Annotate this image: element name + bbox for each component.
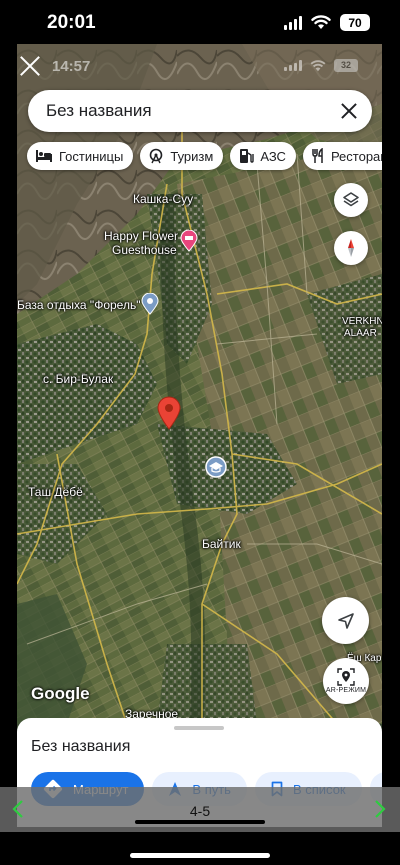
place-title: Без названия — [31, 738, 131, 755]
hotel-pin-icon[interactable] — [180, 230, 198, 252]
dropped-pin-icon[interactable] — [157, 396, 181, 430]
map-label-guesthouse-line2[interactable]: Guesthouse — [112, 243, 177, 257]
chip-label: Рестораны — [330, 148, 382, 164]
map-label-bir-bulak[interactable]: с. Бир-Булак — [43, 372, 113, 386]
close-icon[interactable] — [19, 54, 41, 76]
chip-label: Гостиницы — [59, 148, 124, 164]
home-indicator[interactable] — [130, 853, 270, 858]
inner-status-icons: 32 — [284, 59, 358, 72]
map-label-verkhniy-line2[interactable]: ALAAR — [344, 328, 377, 339]
inner-wifi-icon — [310, 59, 326, 71]
chip-label: Туризм — [170, 148, 214, 164]
clear-search-icon[interactable] — [340, 102, 358, 120]
chip-gas-stations[interactable]: АЗС — [230, 142, 296, 170]
cellular-signal-icon — [284, 15, 302, 30]
map-label-verkhniy-line1[interactable]: VERKHN — [342, 316, 382, 327]
my-location-button[interactable] — [322, 597, 369, 644]
map-label-tash-debe[interactable]: Таш Дёбё — [28, 485, 83, 499]
map-label-forel[interactable]: База отдыха "Форель" — [17, 298, 140, 312]
ar-mode-label: AR-РЕЖИМ — [325, 687, 367, 694]
layers-icon — [343, 192, 359, 207]
status-icons: 70 — [284, 14, 370, 31]
ar-pin-icon — [337, 668, 355, 686]
category-chips: Гостиницы Туризм АЗС Рестораны — [27, 142, 382, 170]
scrubber-bar[interactable] — [135, 820, 265, 824]
navigation-arrow-icon — [337, 612, 354, 629]
place-pin-icon[interactable] — [141, 293, 159, 315]
wifi-icon — [311, 15, 331, 29]
chip-label: АЗС — [260, 148, 286, 164]
inner-battery-indicator: 32 — [334, 59, 358, 72]
search-bar[interactable]: Без названия — [28, 90, 372, 132]
compass-button[interactable] — [334, 231, 368, 265]
search-query[interactable]: Без названия — [46, 101, 152, 121]
maps-screenshot: Кашка-Суу Happy Flower Guesthouse База о… — [17, 44, 382, 827]
school-pin-icon[interactable] — [205, 456, 227, 478]
map-label-baitik[interactable]: Байтик — [202, 537, 241, 551]
map-label-guesthouse-line1[interactable]: Happy Flower — [104, 229, 178, 243]
inner-status-time: 14:57 — [52, 58, 91, 75]
status-time: 20:01 — [47, 12, 96, 33]
battery-indicator: 70 — [340, 14, 370, 31]
status-bar: 20:01 70 — [0, 0, 400, 44]
inner-signal-icon — [284, 60, 302, 71]
inner-status-bar: 14:57 32 — [17, 44, 382, 84]
ferris-wheel-icon — [150, 148, 163, 164]
page-counter: 4-5 — [189, 803, 211, 819]
layers-button[interactable] — [334, 183, 368, 217]
restaurant-icon — [312, 148, 323, 163]
chip-restaurants[interactable]: Рестораны — [302, 142, 382, 170]
google-logo: Google — [31, 684, 90, 703]
sheet-drag-handle[interactable] — [174, 726, 224, 730]
gas-station-icon — [240, 149, 255, 163]
chip-tourism[interactable]: Туризм — [140, 142, 224, 170]
map-label-kashka-suu[interactable]: Кашка-Суу — [133, 192, 193, 206]
compass-icon — [348, 239, 354, 257]
chip-hotels[interactable]: Гостиницы — [27, 142, 134, 170]
ar-mode-button[interactable]: AR-РЕЖИМ — [323, 658, 369, 704]
bed-icon — [36, 150, 52, 162]
